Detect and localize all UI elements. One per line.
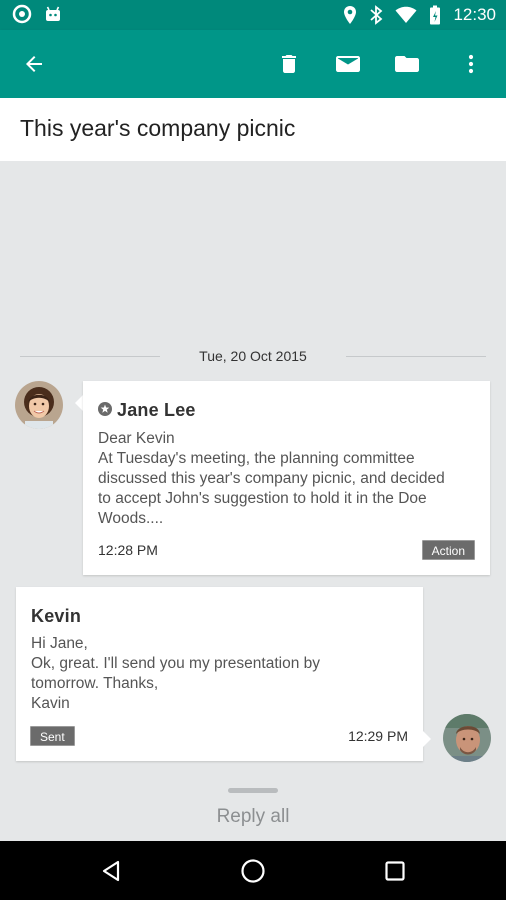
arrow-back-icon [26,56,42,72]
folder-icon [395,56,419,72]
body-line: Dear Kevin [98,430,175,447]
location-icon [343,5,357,25]
mail-icon [336,56,360,72]
more-vert-icon [468,54,474,74]
home-circle-icon [241,859,265,883]
move-to-folder-button[interactable] [393,50,421,78]
back-triangle-icon [102,860,120,882]
android-icon [44,4,62,24]
avatar-kevin[interactable] [443,714,491,762]
status-bar: 12:30 [0,0,506,30]
reply-all-button[interactable]: Reply all [0,806,506,828]
message-body: Hi Jane, Ok, great. I'll send you my pre… [31,634,320,714]
message-time: 12:29 PM [348,728,408,744]
label-badge-sent[interactable]: Sent [30,726,75,746]
body-line: Woods.... [98,510,164,527]
message-time: 12:28 PM [98,542,158,558]
body-line: Hi Jane, [31,635,88,652]
sender-name: Jane Lee [117,400,196,420]
system-nav-bar [0,841,506,900]
avatar-jane-lee[interactable] [15,381,63,429]
body-line: tomorrow. Thanks, [31,675,159,692]
bubble-pointer [75,395,83,411]
message-card-jane-lee[interactable]: Jane Lee Dear Kevin At Tuesday's meeting… [83,381,490,575]
nav-recents-button[interactable] [381,857,409,885]
label-badge-action[interactable]: Action [421,540,475,560]
body-line: Ok, great. I'll send you my presentation… [31,655,320,672]
sender-name: Kevin [31,606,82,626]
drag-handle[interactable] [228,788,278,793]
wifi-icon [395,6,417,24]
body-line: Kavin [31,695,70,712]
nav-back-button[interactable] [97,857,125,885]
conversation-subject: This year's company picnic [20,115,296,141]
back-button[interactable] [20,50,48,78]
divider-right [346,356,486,357]
mark-unread-button[interactable] [334,50,362,78]
body-line: to accept John's suggestion to hold it i… [98,490,427,507]
recents-square-icon [385,861,405,881]
delete-button[interactable] [275,50,303,78]
bubble-pointer [423,731,431,747]
app-toolbar [0,30,506,98]
vpn-icon [12,4,32,24]
subject-bar: This year's company picnic [0,98,506,161]
date-separator: Tue, 20 Oct 2015 [20,346,486,368]
message-card-kevin[interactable]: Kevin Hi Jane, Ok, great. I'll send you … [16,587,423,761]
status-clock: 12:30 [453,5,496,24]
body-line: discussed this year's company picnic, an… [98,470,445,487]
more-options-button[interactable] [457,50,485,78]
nav-home-button[interactable] [239,857,267,885]
battery-icon [429,5,441,25]
delete-icon [282,55,296,73]
star-icon[interactable] [98,402,112,421]
message-body: Dear Kevin At Tuesday's meeting, the pla… [98,429,445,529]
bluetooth-icon [369,5,383,25]
body-line: At Tuesday's meeting, the planning commi… [98,450,415,467]
